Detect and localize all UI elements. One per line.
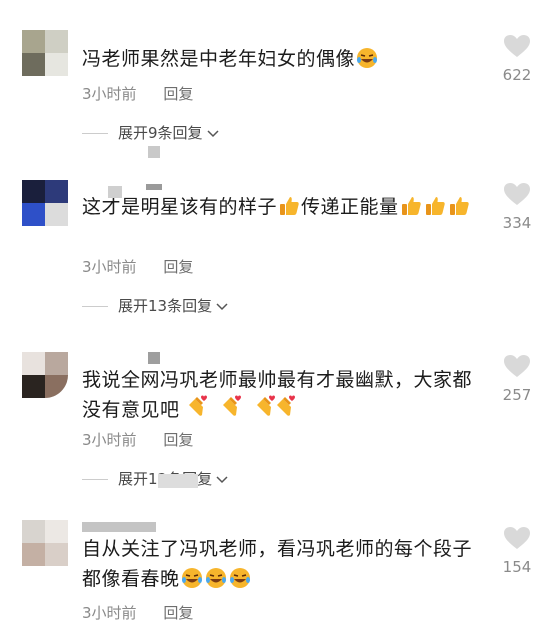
timestamp: 3小时前 <box>82 258 137 276</box>
laughing-tears-emoji <box>205 567 227 598</box>
expand-replies-label: 展开9条回复 <box>118 124 203 142</box>
avatar[interactable] <box>22 30 68 76</box>
comment-meta: 3小时前 回复 <box>82 430 193 450</box>
like-button[interactable]: 622 <box>494 34 540 84</box>
divider-line <box>82 305 108 307</box>
heart-icon <box>494 354 540 378</box>
comment-text: 冯老师果然是中老年妇女的偶像 <box>82 44 490 78</box>
heart-icon <box>494 526 540 550</box>
comment-meta: 3小时前 回复 <box>82 257 193 277</box>
like-button[interactable]: 154 <box>494 526 540 576</box>
comment-text: 这才是明星该有的样子 传递正能量 <box>82 192 490 226</box>
like-count: 334 <box>502 214 532 232</box>
laughing-tears-emoji <box>181 567 203 598</box>
like-count: 622 <box>502 66 532 84</box>
finger-heart-emoji <box>273 395 295 423</box>
reply-button[interactable]: 回复 <box>163 603 193 623</box>
expand-replies-button[interactable]: 展开13条回复 <box>82 296 228 316</box>
thumbs-up-emoji <box>424 195 446 226</box>
heart-icon <box>494 182 540 206</box>
comment-meta: 3小时前 回复 <box>82 603 193 623</box>
blurred-username <box>148 146 160 158</box>
divider-line <box>82 132 108 134</box>
timestamp: 3小时前 <box>82 604 137 622</box>
chevron-down-icon <box>216 469 228 489</box>
timestamp: 3小时前 <box>82 85 137 103</box>
comment-text: 自从关注了冯巩老师，看冯巩老师的每个段子都像看春晚 <box>82 534 490 598</box>
thumbs-up-emoji <box>400 195 422 226</box>
thumbs-up-emoji <box>448 195 470 226</box>
like-count: 154 <box>502 558 532 576</box>
thumbs-up-emoji <box>278 195 300 226</box>
expand-replies-label: 展开13条回复 <box>118 297 213 315</box>
comment-meta: 3小时前 回复 <box>82 84 193 104</box>
expand-replies-button[interactable]: 展开12条回复 <box>82 469 228 489</box>
blurred-username <box>146 184 162 190</box>
laughing-tears-emoji <box>229 567 251 598</box>
laughing-tears-emoji <box>356 47 378 78</box>
reply-button[interactable]: 回复 <box>163 430 193 450</box>
divider-line <box>82 478 108 480</box>
finger-heart-emoji <box>253 395 276 423</box>
avatar[interactable] <box>22 180 68 226</box>
like-button[interactable]: 257 <box>494 354 540 404</box>
timestamp: 3小时前 <box>82 431 137 449</box>
blurred-username <box>158 474 198 488</box>
like-button[interactable]: 334 <box>494 182 540 232</box>
blurred-username <box>82 522 156 532</box>
like-count: 257 <box>502 386 532 404</box>
finger-heart-emoji <box>185 395 207 423</box>
expand-replies-button[interactable]: 展开9条回复 <box>82 123 219 143</box>
reply-button[interactable]: 回复 <box>163 84 193 104</box>
heart-icon <box>494 34 540 58</box>
chevron-down-icon <box>216 296 228 316</box>
blurred-username <box>108 186 122 198</box>
blurred-username <box>148 352 160 364</box>
chevron-down-icon <box>207 123 219 143</box>
avatar[interactable] <box>22 520 68 566</box>
finger-heart-emoji <box>219 395 242 423</box>
reply-button[interactable]: 回复 <box>163 257 193 277</box>
avatar[interactable] <box>22 352 68 398</box>
emoji-row <box>184 395 276 423</box>
